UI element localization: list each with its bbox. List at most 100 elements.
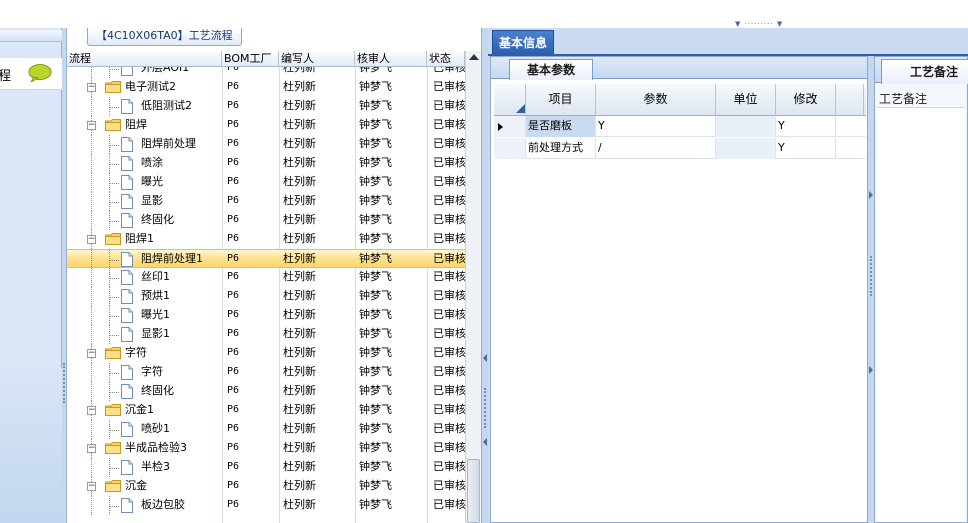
status-cell: 已审核: [433, 67, 465, 74]
param-item-cell[interactable]: 前处理方式: [526, 138, 596, 159]
param-unit-cell[interactable]: [716, 138, 776, 159]
document-icon: [121, 252, 133, 267]
tree-row[interactable]: − 沉金1 P6 杜列新 钟梦飞 已审核: [67, 401, 465, 420]
bom-factory-cell: P6: [227, 195, 240, 206]
status-cell: 已审核: [433, 175, 465, 188]
scrollbar-thumb[interactable]: [467, 459, 480, 523]
notes-textarea[interactable]: [877, 107, 965, 522]
param-modify-cell[interactable]: Y: [776, 138, 836, 159]
tree-row[interactable]: 字符 P6 杜列新 钟梦飞 已审核: [67, 363, 465, 382]
tree-grid-header: 流程 BOM工厂 编写人 核审人 状态: [67, 51, 465, 67]
column-header-status[interactable]: 状态: [427, 51, 465, 67]
tree-row[interactable]: − 阻焊 P6 杜列新 钟梦飞 已审核: [67, 116, 465, 135]
param-row[interactable]: 是否磨板 Y Y: [494, 116, 866, 137]
collapse-right-arrow-icon[interactable]: [869, 191, 873, 199]
tab-basic-info[interactable]: 基本信息: [492, 30, 555, 54]
reviewer-cell: 钟梦飞: [359, 460, 392, 473]
param-unit-cell[interactable]: [716, 116, 776, 137]
author-cell: 杜列新: [283, 365, 316, 378]
status-cell: 已审核: [433, 403, 465, 416]
tree-row[interactable]: 曝光1 P6 杜列新 钟梦飞 已审核: [67, 306, 465, 325]
status-cell: 已审核: [433, 289, 465, 302]
tree-row[interactable]: 阻焊前处理1 P6 杜列新 钟梦飞 已审核: [67, 249, 465, 269]
tree-panel-title: 【4C10X06TA0】工艺流程: [87, 28, 242, 46]
scroll-up-arrow-icon[interactable]: [469, 54, 479, 60]
tree-row[interactable]: 预烘1 P6 杜列新 钟梦飞 已审核: [67, 287, 465, 306]
row-header-corner: [494, 84, 526, 116]
nav-item-process[interactable]: 程: [0, 58, 62, 90]
chat-bubble-icon: [28, 64, 52, 82]
collapse-toggle-icon[interactable]: −: [87, 121, 96, 130]
tree-node-label: 曝光: [141, 175, 163, 188]
tree-node-label: 半成品检验3: [125, 441, 187, 454]
tree-row[interactable]: − 字符 P6 杜列新 钟梦飞 已审核: [67, 344, 465, 363]
collapse-grip[interactable]: ▼ ········· ▼: [735, 21, 805, 28]
tree-row[interactable]: 曝光 P6 杜列新 钟梦飞 已审核: [67, 173, 465, 192]
current-row-arrow-icon: [498, 123, 503, 131]
tree-row[interactable]: 半检3 P6 杜列新 钟梦飞 已审核: [67, 458, 465, 477]
author-cell: 杜列新: [283, 460, 316, 473]
tab-process-notes[interactable]: 工艺备注: [881, 59, 968, 84]
tree-node-label: 喷砂1: [141, 422, 170, 435]
column-header-modify[interactable]: 修改: [776, 84, 836, 116]
column-header-unit[interactable]: 单位: [716, 84, 776, 116]
tree-scrollbar[interactable]: [465, 51, 481, 523]
status-cell: 已审核: [433, 327, 465, 340]
reviewer-cell: 钟梦飞: [359, 232, 392, 245]
row-indicator: [494, 116, 526, 137]
tree-row[interactable]: 喷涂 P6 杜列新 钟梦飞 已审核: [67, 154, 465, 173]
reviewer-cell: 钟梦飞: [359, 327, 392, 340]
tree-row[interactable]: − 沉金 P6 杜列新 钟梦飞 已审核: [67, 477, 465, 496]
tree-row[interactable]: 喷砂1 P6 杜列新 钟梦飞 已审核: [67, 420, 465, 439]
bom-factory-cell: P6: [227, 233, 240, 244]
tree-row[interactable]: 显影1 P6 杜列新 钟梦飞 已审核: [67, 325, 465, 344]
param-row[interactable]: 前处理方式 / Y: [494, 138, 866, 159]
tree-row[interactable]: − 半成品检验3 P6 杜列新 钟梦飞 已审核: [67, 439, 465, 458]
tree-node-label: 电子测试2: [125, 80, 176, 93]
collapse-toggle-icon[interactable]: −: [87, 235, 96, 244]
status-cell: 已审核: [433, 99, 465, 112]
reviewer-cell: 钟梦飞: [359, 213, 392, 226]
tree-row[interactable]: 阻焊前处理 P6 杜列新 钟梦飞 已审核: [67, 135, 465, 154]
tree-row[interactable]: 终固化 P6 杜列新 钟梦飞 已审核: [67, 382, 465, 401]
reviewer-cell: 钟梦飞: [359, 403, 392, 416]
tree-row[interactable]: − 电子测试2 P6 杜列新 钟梦飞 已审核: [67, 78, 465, 97]
column-header-param[interactable]: 参数: [596, 84, 716, 116]
status-cell: 已审核: [433, 232, 465, 245]
tree-node-label: 阻焊前处理: [141, 137, 196, 150]
param-item-cell[interactable]: 是否磨板: [526, 116, 596, 137]
param-value-cell[interactable]: /: [596, 138, 716, 159]
column-header-author[interactable]: 编写人: [279, 51, 355, 67]
status-cell: 已审核: [433, 270, 465, 283]
reviewer-cell: 钟梦飞: [359, 156, 392, 169]
tree-row[interactable]: 板边包胶 P6 杜列新 钟梦飞 已审核: [67, 496, 465, 515]
column-header-process[interactable]: 流程: [67, 51, 222, 67]
column-header-bom-factory[interactable]: BOM工厂: [222, 51, 279, 67]
document-icon: [121, 289, 133, 304]
tree-row[interactable]: 丝印1 P6 杜列新 钟梦飞 已审核: [67, 268, 465, 287]
collapse-left-arrow-icon[interactable]: [483, 354, 487, 362]
tree-row[interactable]: 终固化 P6 杜列新 钟梦飞 已审核: [67, 211, 465, 230]
basic-params-panel: 基本参数 项目 参数 单位 修改 是否磨板 Y Y 前处理方式 / Y: [490, 56, 868, 523]
collapse-right-arrow-icon-2[interactable]: [869, 366, 873, 374]
bom-factory-cell: P6: [227, 290, 240, 301]
param-modify-cell[interactable]: Y: [776, 116, 836, 137]
param-value-cell[interactable]: Y: [596, 116, 716, 137]
collapse-left-arrow-icon-2[interactable]: [483, 438, 487, 446]
collapse-toggle-icon[interactable]: −: [87, 83, 96, 92]
collapse-toggle-icon[interactable]: −: [87, 406, 96, 415]
bom-factory-cell: P6: [227, 404, 240, 415]
author-cell: 杜列新: [283, 270, 316, 283]
collapse-toggle-icon[interactable]: −: [87, 444, 96, 453]
collapse-toggle-icon[interactable]: −: [87, 349, 96, 358]
status-cell: 已审核: [433, 422, 465, 435]
column-header-item[interactable]: 项目: [526, 84, 596, 116]
tree-row[interactable]: 显影 P6 杜列新 钟梦飞 已审核: [67, 192, 465, 211]
column-header-reviewer[interactable]: 核审人: [355, 51, 427, 67]
status-cell: 已审核: [433, 252, 465, 265]
tree-row[interactable]: 低阻测试2 P6 杜列新 钟梦飞 已审核: [67, 97, 465, 116]
tree-row[interactable]: − 阻焊1 P6 杜列新 钟梦飞 已审核: [67, 230, 465, 249]
collapse-toggle-icon[interactable]: −: [87, 482, 96, 491]
tree-row[interactable]: 外层AOI1 P6 杜列新 钟梦飞 已审核: [67, 67, 465, 78]
tab-basic-params[interactable]: 基本参数: [509, 59, 593, 80]
